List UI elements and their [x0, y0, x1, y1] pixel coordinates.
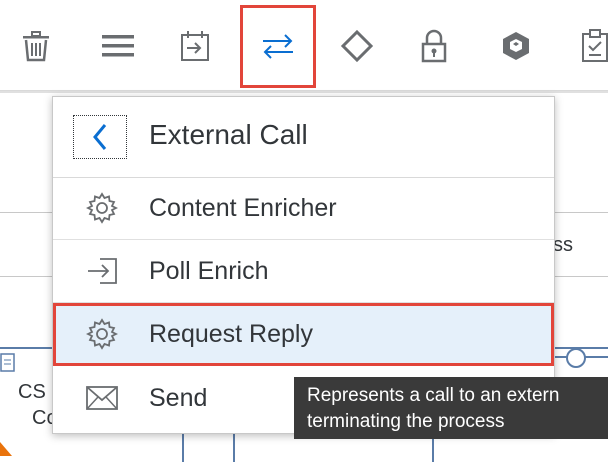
menu-button[interactable] — [88, 16, 148, 76]
gear-icon — [85, 317, 119, 351]
chevron-left-icon — [93, 124, 107, 150]
hamburger-menu-icon — [102, 35, 134, 57]
menu-item-label: Send — [149, 384, 208, 412]
lock-icon — [421, 29, 447, 63]
envelope-icon — [85, 381, 119, 415]
back-button[interactable] — [73, 115, 127, 159]
end-event-circle[interactable] — [566, 348, 586, 368]
warning-icon — [0, 436, 14, 456]
events-button[interactable] — [165, 16, 225, 76]
canvas-border — [0, 91, 608, 93]
menu-item-content-enricher[interactable]: Content Enricher — [53, 177, 554, 240]
popover-header: External Call — [53, 97, 554, 178]
validator-button[interactable] — [565, 16, 608, 76]
canvas-pool-line — [182, 431, 184, 462]
call-button-highlight — [240, 5, 316, 88]
popover-title: External Call — [149, 119, 308, 150]
canvas-pool-line — [233, 431, 235, 462]
persistence-button[interactable] — [486, 16, 546, 76]
menu-item-label: Request Reply — [149, 320, 313, 348]
palette-toolbar — [0, 0, 608, 91]
delete-button[interactable] — [6, 16, 66, 76]
cube-icon — [503, 32, 529, 60]
calendar-arrow-icon — [181, 31, 209, 61]
menu-item-request-reply[interactable]: Request Reply — [53, 303, 554, 366]
step-document-icon[interactable] — [0, 353, 16, 373]
tooltip: Represents a call to an extern terminati… — [294, 377, 608, 439]
trash-icon — [23, 31, 49, 62]
gear-icon — [85, 191, 119, 225]
tooltip-line: Represents a call to an extern — [307, 385, 560, 406]
menu-item-label: Content Enricher — [149, 194, 337, 222]
clipboard-check-icon — [582, 29, 608, 62]
security-button[interactable] — [404, 16, 464, 76]
tooltip-line: terminating the process — [307, 411, 505, 432]
canvas-partial-label: ss — [553, 234, 573, 256]
canvas-partial-label: CS — [18, 381, 46, 403]
routing-button[interactable] — [327, 16, 387, 76]
sign-in-arrow-icon — [85, 254, 119, 288]
menu-item-label: Poll Enrich — [149, 257, 269, 285]
menu-item-poll-enrich[interactable]: Poll Enrich — [53, 240, 554, 303]
diamond-icon — [340, 29, 374, 63]
